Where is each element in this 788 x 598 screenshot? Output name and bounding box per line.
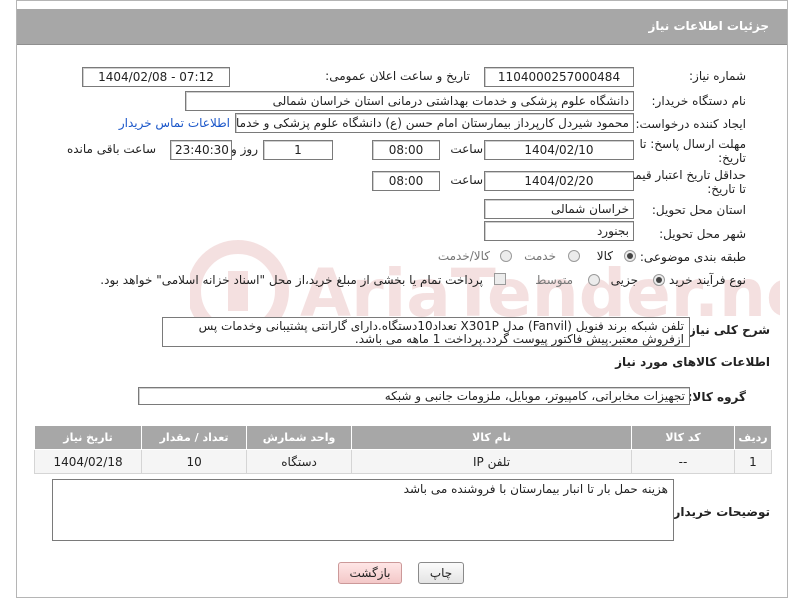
category-goods-service-radio[interactable]	[500, 250, 512, 262]
delivery-city-label: شهر محل تحویل:	[659, 227, 746, 241]
buyer-notes-textarea[interactable]: هزینه حمل بار تا انبار بیمارستان با فروش…	[52, 479, 674, 541]
goods-group-label: گروه کالا:	[687, 390, 746, 404]
reply-deadline-date-field[interactable]: 1404/02/10	[484, 140, 634, 160]
reply-deadline-label-date: تاریخ:	[718, 151, 746, 165]
buyer-notes-label: توضیحات خریدار:	[668, 505, 770, 519]
cell-code: --	[631, 449, 735, 474]
goods-group-field[interactable]: تجهیزات مخابراتی، کامپیوتر، موبایل، ملزو…	[138, 387, 690, 405]
cell-unit: دستگاه	[246, 449, 353, 474]
category-label: طبقه بندی موضوعی:	[639, 250, 746, 264]
process-medium-radio[interactable]	[588, 274, 600, 286]
need-number-label: شماره نیاز:	[689, 69, 746, 83]
remaining-time-label: ساعت باقی مانده	[66, 142, 156, 156]
back-button[interactable]: بازگشت	[338, 562, 402, 584]
buyer-org-label: نام دستگاه خریدار:	[651, 94, 747, 108]
delivery-province-label: استان محل تحویل:	[651, 203, 746, 217]
col-date-header: تاریخ نیاز	[33, 425, 143, 450]
description-textarea[interactable]: تلفن شبکه برند فنویل (Fanvil) مدل X301P …	[162, 317, 690, 347]
items-table: ردیف کد کالا نام کالا واحد شمارش تعداد /…	[33, 425, 773, 474]
price-validity-date-field[interactable]: 1404/02/20	[484, 171, 634, 191]
process-minor-radio[interactable]	[653, 274, 665, 286]
category-goods-service-option[interactable]: کالا/خدمت	[438, 249, 490, 263]
buyer-notes-text: هزینه حمل بار تا انبار بیمارستان با فروش…	[403, 482, 668, 496]
reply-deadline-label: مهلت ارسال پاسخ: تا	[639, 137, 746, 151]
price-validity-label-date: تا تاریخ:	[707, 182, 746, 196]
delivery-city-field[interactable]: بجنورد	[484, 221, 634, 241]
price-validity-time-field[interactable]: 08:00	[372, 171, 440, 191]
process-medium-option[interactable]: متوسط	[535, 273, 573, 287]
col-name-header: نام کالا	[351, 425, 633, 450]
announce-datetime-label: تاریخ و ساعت اعلان عمومی:	[325, 69, 470, 83]
table-header-row: ردیف کد کالا نام کالا واحد شمارش تعداد /…	[33, 425, 773, 450]
cell-qty: 10	[141, 449, 248, 474]
need-number-field[interactable]: 1104000257000484	[484, 67, 634, 87]
treasury-note: پرداخت تمام یا بخشی از مبلغ خرید،از محل …	[100, 273, 483, 287]
print-button[interactable]: چاپ	[418, 562, 464, 584]
goods-section-title: اطلاعات کالاهای مورد نیاز	[615, 355, 770, 369]
requester-label: ایجاد کننده درخواست:	[635, 117, 746, 131]
buyer-contact-link[interactable]: اطلاعات تماس خریدار	[119, 116, 230, 130]
requester-field[interactable]: محمود شیردل کارپرداز بیمارستان امام حسن …	[235, 113, 634, 133]
cell-date: 1404/02/18	[33, 449, 143, 474]
reply-deadline-time-label: ساعت	[450, 142, 483, 156]
remaining-days-label: روز و	[231, 142, 258, 156]
col-qty-header: تعداد / مقدار	[141, 425, 248, 450]
treasury-checkbox[interactable]	[494, 273, 506, 285]
cell-row: 1	[733, 449, 773, 474]
description-label: شرح کلی نیاز:	[684, 323, 770, 337]
page-title: جزئیات اطلاعات نیاز	[648, 19, 769, 33]
col-code-header: کد کالا	[631, 425, 735, 450]
category-service-radio[interactable]	[568, 250, 580, 262]
category-goods-option[interactable]: کالا	[597, 249, 613, 263]
description-text: تلفن شبکه برند فنویل (Fanvil) مدل X301P …	[198, 319, 684, 346]
delivery-province-field[interactable]: خراسان شمالی	[484, 199, 634, 219]
price-validity-label: حداقل تاریخ اعتبار قیمت:	[619, 168, 746, 182]
panel-header: جزئیات اطلاعات نیاز	[17, 9, 787, 45]
remaining-time-field[interactable]: 23:40:30	[170, 140, 232, 160]
price-validity-time-label: ساعت	[450, 173, 483, 187]
process-minor-option[interactable]: جزیی	[611, 273, 638, 287]
remaining-days-field[interactable]: 1	[263, 140, 333, 160]
purchase-process-label: نوع فرآیند خرید :	[661, 273, 746, 287]
announce-datetime-field[interactable]: 1404/02/08 - 07:12	[82, 67, 230, 87]
category-service-option[interactable]: خدمت	[524, 249, 556, 263]
cell-name: تلفن IP	[351, 449, 633, 474]
table-row[interactable]: 1 -- تلفن IP دستگاه 10 1404/02/18	[33, 449, 773, 474]
buyer-org-field[interactable]: دانشگاه علوم پزشکی و خدمات بهداشتی درمان…	[185, 91, 634, 111]
reply-deadline-time-field[interactable]: 08:00	[372, 140, 440, 160]
col-unit-header: واحد شمارش	[246, 425, 353, 450]
col-row-header: ردیف	[733, 425, 773, 450]
category-goods-radio[interactable]	[624, 250, 636, 262]
